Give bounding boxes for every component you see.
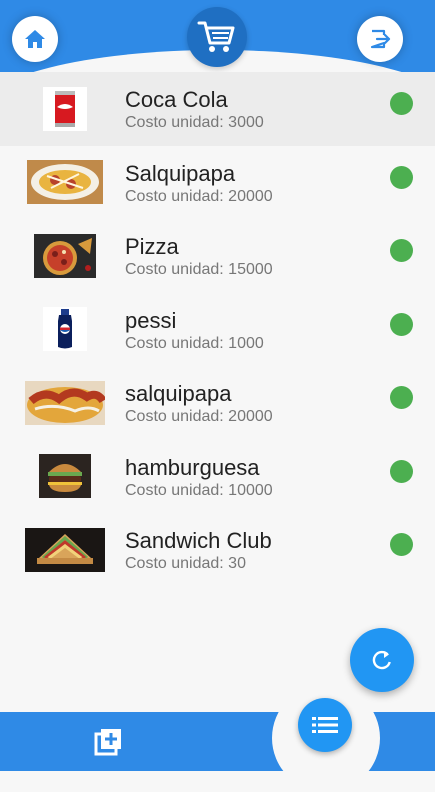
- status-indicator: [390, 92, 413, 115]
- product-cost: Costo unidad: 10000: [125, 481, 273, 499]
- logout-icon: [370, 29, 391, 49]
- list-item[interactable]: Pizza Costo unidad: 15000: [0, 219, 435, 293]
- status-indicator: [390, 386, 413, 409]
- product-cost: Costo unidad: 30: [125, 555, 246, 572]
- product-cost: Costo unidad: 20000: [125, 408, 273, 425]
- home-button[interactable]: [12, 16, 58, 62]
- list-item[interactable]: pessi Costo unidad: 1000: [0, 293, 435, 367]
- product-cost: Costo unidad: 1000: [125, 334, 264, 352]
- list-item[interactable]: Salquipapa Costo unidad: 20000: [0, 146, 435, 220]
- list-item[interactable]: salquipapa Costo unidad: 20000: [0, 366, 435, 440]
- product-image: [24, 159, 106, 205]
- status-indicator: [390, 165, 413, 189]
- product-name: Coca Cola: [125, 87, 228, 112]
- product-image: [24, 233, 106, 279]
- product-name: salquipapa: [125, 381, 232, 406]
- add-product-button[interactable]: [90, 724, 126, 760]
- add-to-list-icon: [94, 729, 121, 756]
- list-view-button[interactable]: [298, 698, 352, 752]
- product-name: pessi: [125, 307, 177, 333]
- refresh-icon: [372, 650, 391, 670]
- list-icon: [312, 717, 338, 733]
- list-item[interactable]: hamburguesa Costo unidad: 10000: [0, 440, 435, 514]
- product-image: [24, 86, 106, 132]
- logout-button[interactable]: [357, 16, 403, 62]
- cart-logo: [187, 7, 247, 67]
- status-indicator: [390, 312, 413, 336]
- status-indicator: [390, 459, 413, 483]
- home-icon: [25, 30, 45, 48]
- product-cost: Costo unidad: 20000: [125, 187, 273, 205]
- shopping-cart-icon: [197, 21, 235, 52]
- product-image: [24, 306, 106, 352]
- list-item[interactable]: Sandwich Club Costo unidad: 30: [0, 513, 435, 587]
- status-indicator: [390, 533, 413, 556]
- product-name: Salquipapa: [125, 160, 236, 186]
- product-cost: Costo unidad: 15000: [125, 261, 273, 278]
- product-name: hamburguesa: [125, 454, 260, 480]
- list-item[interactable]: Coca Cola Costo unidad: 3000: [0, 72, 435, 146]
- status-indicator: [390, 239, 413, 262]
- product-image: [24, 453, 106, 499]
- product-list: Coca Cola Costo unidad: 3000 Salquipapa …: [0, 72, 435, 587]
- product-name: Pizza: [125, 234, 179, 259]
- product-image: [24, 380, 106, 426]
- product-cost: Costo unidad: 3000: [125, 114, 264, 131]
- product-name: Sandwich Club: [125, 528, 272, 553]
- refresh-button[interactable]: [350, 628, 414, 692]
- product-image: [24, 527, 106, 573]
